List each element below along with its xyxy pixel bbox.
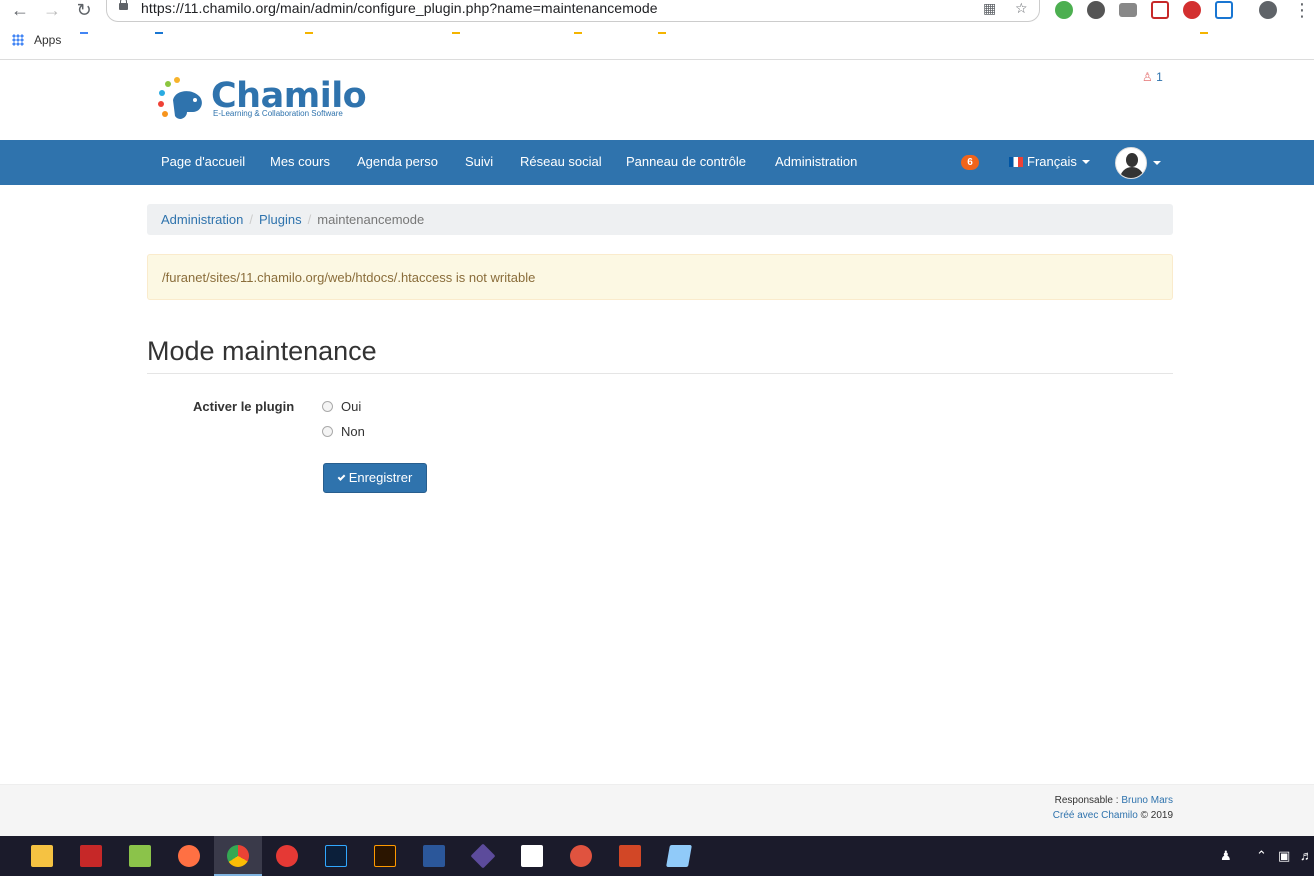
menu-kebab-icon[interactable]: ⋮: [1290, 0, 1314, 22]
camera-icon[interactable]: [1119, 3, 1137, 17]
acrobat-icon[interactable]: [80, 845, 102, 867]
footer-copyright: © 2019: [1137, 810, 1173, 821]
illustrator-icon[interactable]: [374, 845, 396, 867]
people-icon[interactable]: ♟: [1220, 848, 1232, 864]
ccleaner-icon[interactable]: [570, 845, 592, 867]
translate-icon[interactable]: ▦: [983, 0, 996, 17]
footer-powered: Créé avec Chamilo © 2019: [1053, 810, 1173, 821]
chameleon-logo-icon: [158, 77, 202, 119]
mail-icon[interactable]: [521, 845, 543, 867]
nav-item-tracking[interactable]: Suivi: [465, 154, 493, 169]
language-dropdown[interactable]: Français: [1027, 154, 1090, 169]
page-title: Mode maintenance: [147, 336, 377, 366]
profile-icon[interactable]: [1259, 1, 1277, 19]
nav-item-social[interactable]: Réseau social: [520, 154, 602, 169]
windows-taskbar: ♟ ⌃ ▣ ♬: [0, 836, 1314, 876]
back-arrow-icon[interactable]: ←: [8, 0, 32, 22]
chrome-icon[interactable]: [227, 845, 249, 867]
footer-powered-link[interactable]: Créé avec Chamilo: [1053, 810, 1138, 821]
radio-button[interactable]: [322, 401, 333, 412]
photoshop-icon[interactable]: [325, 845, 347, 867]
title-divider: [147, 373, 1173, 374]
breadcrumb-separator: /: [307, 212, 312, 227]
file-explorer-icon[interactable]: [31, 845, 53, 867]
apps-grid-icon: [12, 34, 24, 46]
language-label: Français: [1027, 154, 1077, 169]
online-users-count: 1: [1156, 70, 1163, 84]
tray-chevron-up-icon[interactable]: ⌃: [1256, 848, 1267, 864]
footer-manager-link[interactable]: Bruno Mars: [1121, 795, 1173, 806]
breadcrumb-current: maintenancemode: [317, 212, 425, 227]
french-flag-icon: [1009, 157, 1023, 167]
bookmark-favicon-icon[interactable]: [574, 32, 582, 34]
stop-hand-icon[interactable]: [1183, 1, 1201, 19]
browser-toolbar: ← → ↻ https://11.chamilo.org/main/admin/…: [0, 0, 1314, 60]
radio-label-oui: Oui: [341, 399, 362, 414]
avatar-body-shape: [1120, 167, 1144, 178]
breadcrumb-administration[interactable]: Administration: [161, 212, 243, 227]
apps-label: Apps: [34, 33, 62, 47]
network-icon[interactable]: ▣: [1278, 848, 1290, 864]
bookmark-favicon-icon[interactable]: [155, 32, 163, 34]
footer-manager-label: Responsable :: [1054, 795, 1122, 806]
breadcrumb-separator: /: [249, 212, 253, 227]
main-navbar: Page d'accueil Mes cours Agenda perso Su…: [0, 140, 1314, 185]
save-button-label: Enregistrer: [348, 470, 413, 485]
opera-icon[interactable]: [276, 845, 298, 867]
radio-button[interactable]: [322, 426, 333, 437]
bookmark-favicon-icon[interactable]: [658, 32, 666, 34]
radio-option-oui[interactable]: Oui: [322, 399, 361, 414]
address-bar[interactable]: https://11.chamilo.org/main/admin/config…: [106, 0, 1040, 22]
word-icon[interactable]: [423, 845, 445, 867]
radio-option-non[interactable]: Non: [322, 424, 365, 439]
site-header: Chamilo E-Learning & Collaboration Softw…: [0, 60, 1314, 140]
save-button[interactable]: Enregistrer: [323, 463, 427, 493]
alert-message: /furanet/sites/11.chamilo.org/web/htdocs…: [162, 270, 536, 285]
apps-bookmark[interactable]: Apps: [12, 33, 61, 47]
notepad-icon[interactable]: [129, 845, 151, 867]
caret-down-icon: [1081, 160, 1090, 164]
nav-item-my-courses[interactable]: Mes cours: [270, 154, 330, 169]
online-users-link[interactable]: ♙ 1: [1142, 70, 1163, 84]
breadcrumb: Administration / Plugins / maintenancemode: [147, 204, 1173, 235]
logo-subtitle: E-Learning & Collaboration Software: [213, 109, 343, 118]
firefox-icon[interactable]: [178, 845, 200, 867]
extension-film-icon[interactable]: [1087, 1, 1105, 19]
radio-label-non: Non: [341, 424, 365, 439]
reload-icon[interactable]: ↻: [72, 0, 96, 22]
volume-icon[interactable]: ♬: [1300, 848, 1313, 863]
url-text: https://11.chamilo.org/main/admin/config…: [141, 0, 658, 16]
notifications-badge[interactable]: 6: [961, 155, 979, 170]
bookmark-favicon-icon[interactable]: [452, 32, 460, 34]
user-menu-caret-icon[interactable]: [1153, 161, 1161, 165]
extension-shield-icon[interactable]: [1151, 1, 1169, 19]
page-footer: Responsable : Bruno Mars Créé avec Chami…: [0, 784, 1314, 836]
nav-item-agenda[interactable]: Agenda perso: [357, 154, 438, 169]
app-3d-icon[interactable]: [470, 843, 496, 869]
check-icon: [337, 473, 346, 481]
forward-arrow-icon[interactable]: →: [40, 0, 64, 22]
lock-icon: [119, 0, 128, 10]
avatar-head-shape: [1126, 153, 1138, 167]
notes-app-icon[interactable]: [666, 845, 692, 867]
bookmark-favicon-icon[interactable]: [305, 32, 313, 34]
nav-item-administration[interactable]: Administration: [775, 154, 857, 169]
extension-check-icon[interactable]: [1055, 1, 1073, 19]
nav-item-home[interactable]: Page d'accueil: [161, 154, 245, 169]
footer-manager: Responsable : Bruno Mars: [1055, 795, 1173, 806]
user-icon: ♙: [1142, 70, 1153, 84]
extension-screen-icon[interactable]: [1215, 1, 1233, 19]
star-icon[interactable]: ☆: [1015, 0, 1028, 17]
breadcrumb-plugins[interactable]: Plugins: [259, 212, 302, 227]
bookmark-favicon-icon[interactable]: [1200, 32, 1208, 34]
warning-alert: /furanet/sites/11.chamilo.org/web/htdocs…: [147, 254, 1173, 300]
activate-plugin-label: Activer le plugin: [193, 399, 295, 414]
nav-item-dashboard[interactable]: Panneau de contrôle: [626, 154, 746, 169]
powerpoint-icon[interactable]: [619, 845, 641, 867]
user-avatar[interactable]: [1115, 147, 1147, 179]
chamilo-logo[interactable]: Chamilo E-Learning & Collaboration Softw…: [157, 76, 367, 126]
bookmark-favicon-icon[interactable]: [80, 32, 88, 34]
